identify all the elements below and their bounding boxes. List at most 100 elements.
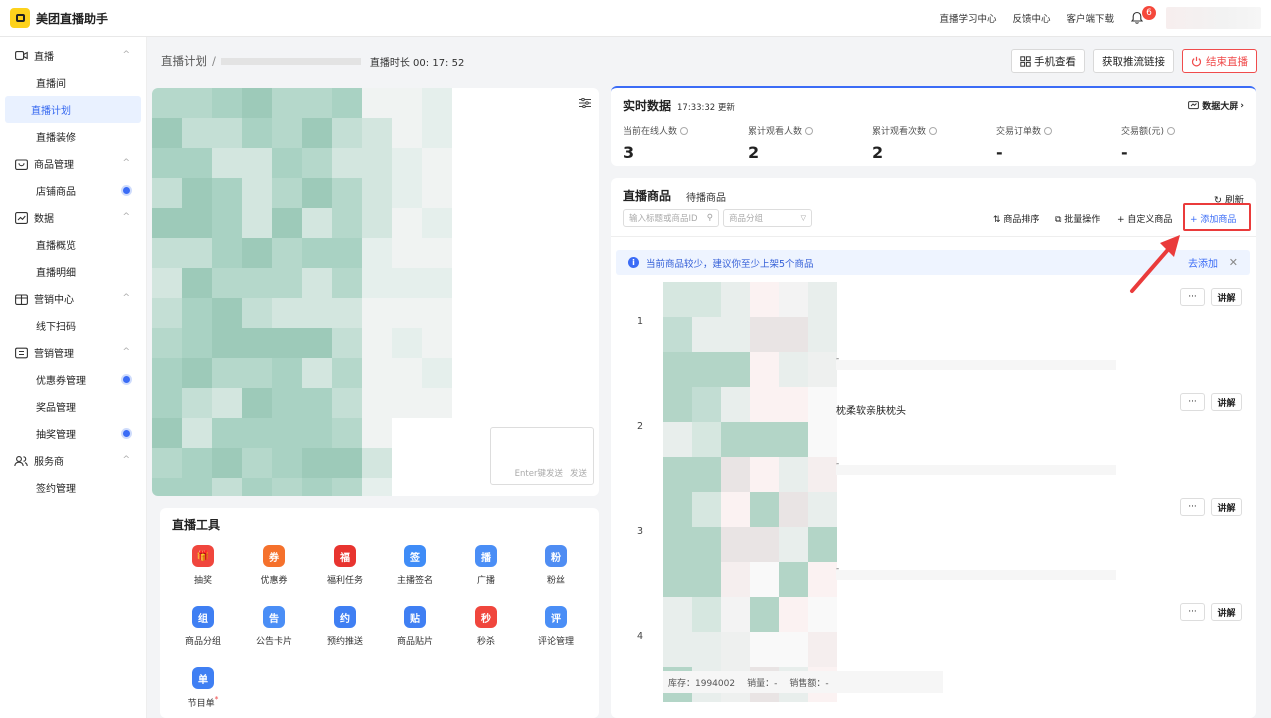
help-icon[interactable] [1044, 127, 1053, 135]
gift-box-icon [14, 292, 28, 306]
product-group-select[interactable]: 商品分组 ▽ [723, 209, 812, 227]
help-icon[interactable] [929, 127, 938, 135]
tool-label-text: 粉丝 [546, 576, 565, 586]
tool-label: 预约推送 [310, 634, 380, 647]
tool-label-text: 优惠券 [260, 576, 288, 586]
chevron-up-icon: ^ [122, 50, 130, 60]
page-header: 直播计划 / 直播时长 00: 17: 52 手机查看 获取推流链接 结束直播 [147, 37, 1271, 85]
tool-1-button[interactable]: 🎁 抽奖 [168, 545, 238, 586]
tool-7-button[interactable]: 组商品分组 [168, 606, 238, 647]
product-sort-button[interactable]: ⇅ 商品排序 [993, 212, 1039, 225]
sidebar-item-shop-products[interactable]: 店铺商品 [5, 177, 141, 204]
chat-input[interactable]: Enter键发送 发送 [490, 427, 594, 485]
breadcrumb-live-plan[interactable]: 直播计划 [161, 54, 207, 68]
close-icon[interactable]: ✕ [1229, 256, 1238, 269]
sidebar-group-product[interactable]: 商品管理 ^ [0, 150, 146, 177]
sidebar-item-offline-scan[interactable]: 线下扫码 [5, 312, 141, 339]
plus-icon: + [1117, 215, 1128, 225]
search-placeholder: 输入标题或商品ID [629, 214, 698, 224]
custom-product-button[interactable]: + 自定义商品 [1117, 212, 1172, 225]
chart-icon [14, 211, 28, 225]
data-dashboard-link[interactable]: 数据大屏 › [1188, 99, 1244, 112]
sidebar-item-live-overview[interactable]: 直播概览 [5, 231, 141, 258]
product-more-button[interactable]: ··· [1180, 393, 1205, 411]
product-explain-button[interactable]: 讲解 [1211, 288, 1242, 306]
chevron-right-icon: › [1240, 100, 1244, 111]
tool-13-button[interactable]: 单节目单* [168, 667, 238, 709]
sidebar-group-label: 营销中心 [34, 295, 74, 306]
bag-icon [14, 157, 28, 171]
chevron-down-icon: ▽ [800, 214, 806, 222]
product-meta-dash: - [836, 459, 840, 469]
tool-9-button[interactable]: 约预约推送 [310, 606, 380, 647]
sidebar-group-marketing-center[interactable]: 营销中心 ^ [0, 285, 146, 312]
sidebar: 直播 ^ 直播间 直播计划 直播装修 商品管理 ^ 店铺商品 数据 ^ 直播概览… [0, 37, 147, 718]
sidebar-item-live-detail[interactable]: 直播明细 [5, 258, 141, 285]
product-more-button[interactable]: ··· [1180, 603, 1205, 621]
client-download-link[interactable]: 客户端下载 [1066, 11, 1114, 25]
tool-3-button[interactable]: 福福利任务 [310, 545, 380, 586]
feedback-link[interactable]: 反馈中心 [1012, 11, 1050, 25]
tool-label: 粉丝 [521, 573, 591, 586]
help-icon[interactable] [1167, 127, 1176, 135]
stat-value: 3 [623, 143, 635, 162]
sidebar-item-contract-manage[interactable]: 签约管理 [5, 474, 141, 501]
tool-10-button[interactable]: 贴商品贴片 [380, 606, 450, 647]
sidebar-item-live-decor[interactable]: 直播装修 [5, 123, 141, 150]
tool-2-button[interactable]: 券优惠券 [239, 545, 309, 586]
app-logo-icon [10, 8, 30, 28]
notice-text: 当前商品较少，建议你至少上架5个商品 [646, 258, 814, 270]
sidebar-item-live-room[interactable]: 直播间 [5, 69, 141, 96]
sidebar-group-data[interactable]: 数据 ^ [0, 204, 146, 231]
tool-8-button[interactable]: 告公告卡片 [239, 606, 309, 647]
chat-send-button[interactable]: 发送 [570, 467, 587, 479]
help-icon[interactable] [680, 127, 689, 135]
product-explain-button[interactable]: 讲解 [1211, 393, 1242, 411]
sidebar-item-label: 奖品管理 [36, 403, 76, 414]
product-thumbnail-blurred[interactable] [663, 387, 837, 492]
tool-6-button[interactable]: 粉粉丝 [521, 545, 591, 586]
product-info-blurred [836, 360, 1116, 370]
learning-center-link[interactable]: 直播学习中心 [939, 11, 996, 25]
sidebar-group-label: 营销管理 [34, 349, 74, 360]
tool-5-button[interactable]: 播广播 [451, 545, 521, 586]
tool-label: 节目单* [168, 695, 238, 709]
tool-icon: 券 [263, 545, 285, 567]
sidebar-item-lottery-manage[interactable]: 抽奖管理 [5, 420, 141, 447]
top-bar: 美团直播助手 直播学习中心 反馈中心 客户端下载 6 [0, 0, 1271, 37]
notice-add-link[interactable]: 去添加 [1188, 255, 1218, 270]
product-thumbnail-blurred[interactable] [663, 492, 837, 597]
stat-value: 2 [872, 143, 884, 162]
batch-operation-button[interactable]: ⧉ 批量操作 [1055, 212, 1100, 225]
help-icon[interactable] [805, 127, 814, 135]
sidebar-group-service-provider[interactable]: 服务商 ^ [0, 447, 146, 474]
product-explain-button[interactable]: 讲解 [1211, 498, 1242, 516]
tool-11-button[interactable]: 秒秒杀 [451, 606, 521, 647]
product-thumbnail-blurred[interactable] [663, 282, 837, 387]
tool-label-text: 商品贴片 [396, 637, 433, 647]
sidebar-item-live-plan[interactable]: 直播计划 [5, 96, 141, 123]
settings-sliders-icon[interactable] [579, 97, 591, 109]
required-star: * [214, 695, 219, 704]
notification-bell-icon[interactable]: 6 [1130, 6, 1156, 25]
sidebar-group-live[interactable]: 直播 ^ [0, 42, 146, 69]
tool-icon: 🎁 [192, 545, 214, 567]
product-index: 4 [637, 631, 644, 642]
chevron-up-icon: ^ [122, 212, 130, 222]
end-live-button[interactable]: 结束直播 [1182, 49, 1257, 73]
realtime-title: 实时数据 17:33:32 更新 [623, 97, 735, 114]
sidebar-item-coupon-manage[interactable]: 优惠券管理 [5, 366, 141, 393]
top-nav: 直播学习中心 反馈中心 客户端下载 6 [923, 6, 1261, 29]
product-search-input[interactable]: 输入标题或商品ID ⚲ [623, 209, 719, 227]
product-explain-button[interactable]: 讲解 [1211, 603, 1242, 621]
sidebar-item-prize-manage[interactable]: 奖品管理 [5, 393, 141, 420]
get-stream-link-button[interactable]: 获取推流链接 [1093, 49, 1174, 73]
tab-live-products[interactable]: 直播商品 [623, 187, 671, 204]
product-more-button[interactable]: ··· [1180, 498, 1205, 516]
tool-12-button[interactable]: 评评论管理 [521, 606, 591, 647]
phone-view-button[interactable]: 手机查看 [1011, 49, 1085, 73]
sidebar-group-marketing-manage[interactable]: 营销管理 ^ [0, 339, 146, 366]
tab-pending-products[interactable]: 待播商品 [686, 189, 726, 204]
user-account-blurred[interactable] [1166, 7, 1261, 29]
tool-4-button[interactable]: 签主播签名 [380, 545, 450, 586]
